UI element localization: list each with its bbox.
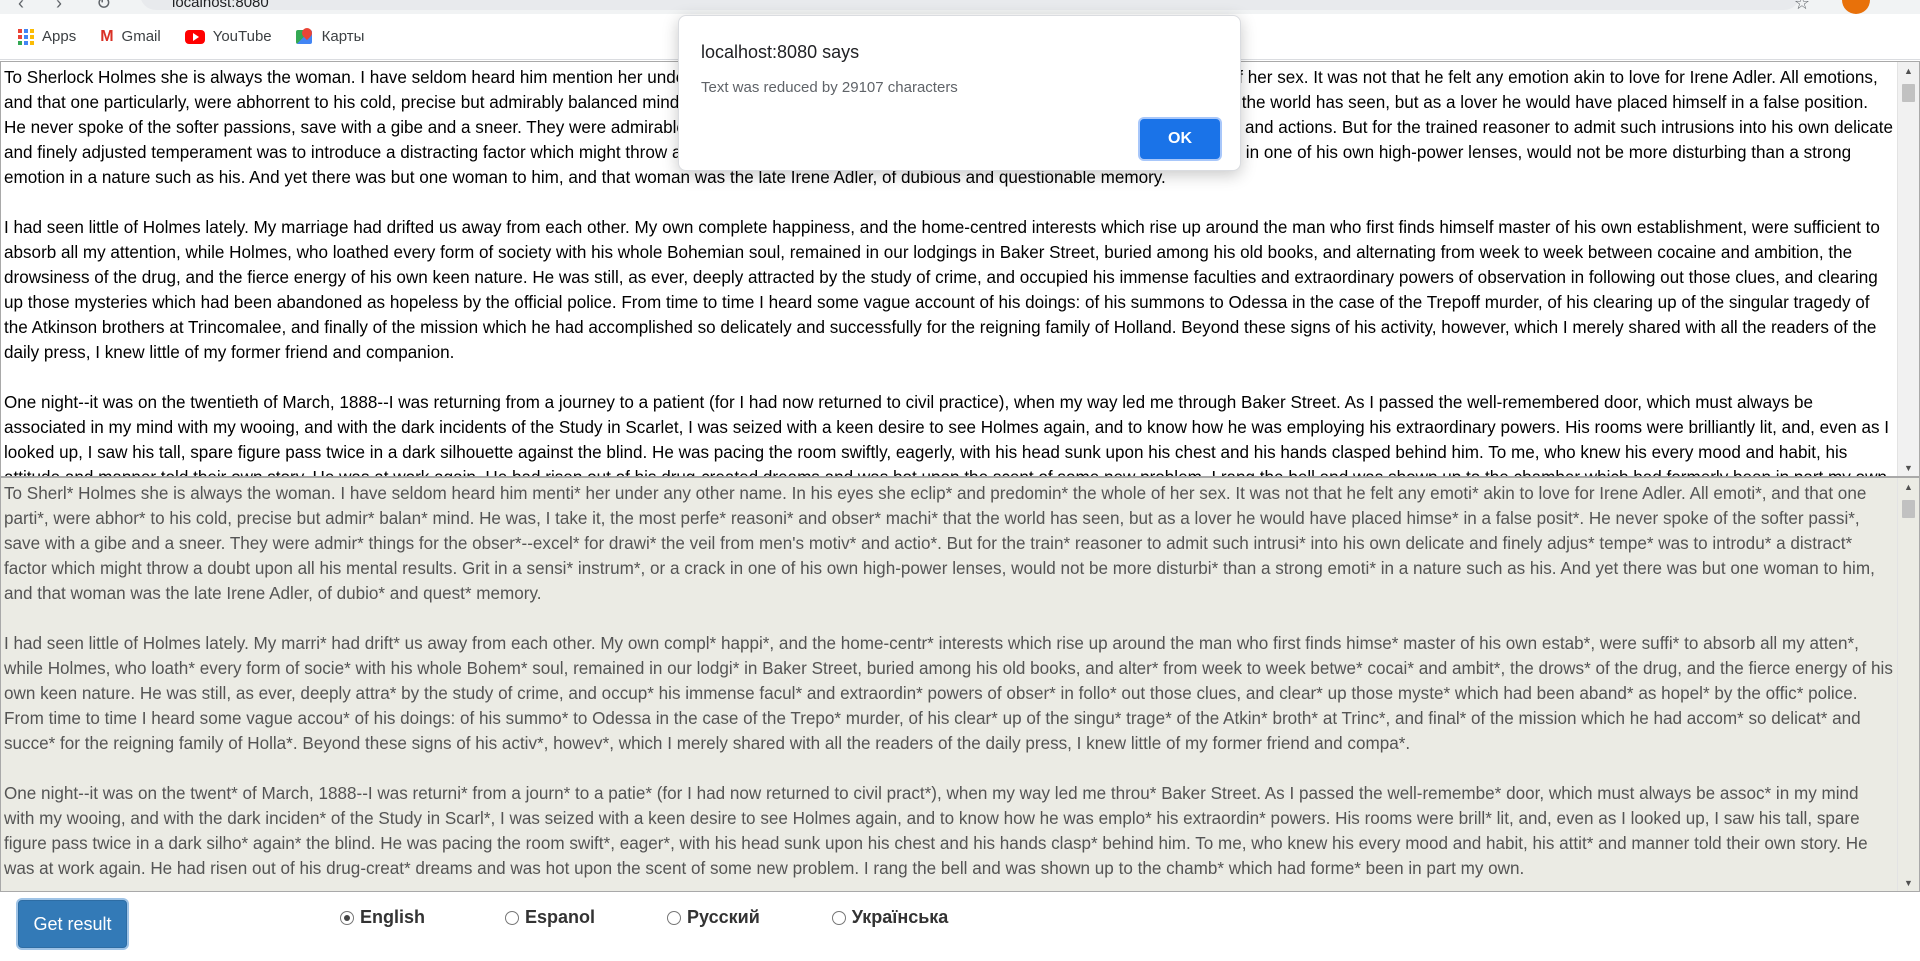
radio-english[interactable] [340, 910, 354, 925]
bookmark-gmail[interactable]: M Gmail [100, 28, 161, 46]
address-bar[interactable] [140, 0, 1800, 10]
profile-avatar[interactable] [1842, 0, 1870, 14]
back-arrow-icon[interactable]: ‹ [18, 0, 24, 12]
forward-arrow-icon[interactable]: › [56, 0, 62, 12]
language-option-espanol[interactable]: Espanol [505, 907, 595, 928]
reduced-scrollbar[interactable]: ▲ ▼ [1897, 478, 1919, 891]
bookmark-label: Карты [321, 28, 365, 45]
language-option-ukrainian[interactable]: Українська [831, 907, 949, 928]
scroll-down-arrow-icon[interactable]: ▼ [1898, 874, 1919, 891]
scroll-thumb[interactable] [1902, 500, 1915, 518]
language-label: Espanol [525, 907, 596, 927]
reload-icon[interactable]: ↻ [96, 0, 111, 12]
reduced-paragraph: To Sherl* Holmes she is always the woman… [4, 484, 1875, 603]
radio-ukrainian[interactable] [831, 910, 846, 925]
original-paragraph: One night--it was on the twentieth of Ma… [4, 393, 1892, 476]
language-option-russian[interactable]: Русский [667, 907, 760, 928]
apps-grid-icon [18, 28, 34, 45]
gmail-icon: M [100, 27, 114, 45]
address-url[interactable]: localhost:8080 [172, 0, 269, 12]
browser-toolbar: ‹ › ↻ localhost:8080 ☆ [0, 0, 1920, 14]
dialog-ok-button[interactable]: OK [1140, 119, 1220, 159]
language-label: Русский [687, 907, 760, 927]
bookmark-label: YouTube [212, 28, 272, 45]
language-option-english[interactable]: English [340, 907, 425, 928]
bookmark-label: Apps [42, 28, 77, 45]
dialog-message: Text was reduced by 29107 characters [701, 79, 958, 96]
maps-icon [295, 28, 314, 46]
radio-espanol[interactable] [505, 910, 520, 925]
bookmark-apps[interactable]: Apps [18, 28, 76, 45]
alert-dialog: localhost:8080 says Text was reduced by … [678, 15, 1241, 171]
youtube-icon [184, 29, 205, 44]
bookmark-maps[interactable]: Карты [295, 28, 365, 46]
controls-bar: Get result English Espanol Русский Украї… [0, 892, 1920, 961]
bookmark-label: Gmail [121, 28, 161, 45]
dialog-title: localhost:8080 says [701, 42, 860, 62]
reduced-paragraph: One night--it was on the twent* of March… [4, 784, 1868, 878]
scroll-down-arrow-icon[interactable]: ▼ [1898, 459, 1919, 476]
original-scrollbar[interactable]: ▲ ▼ [1897, 62, 1919, 476]
bookmark-youtube[interactable]: YouTube [184, 28, 272, 45]
original-paragraph: I had seen little of Holmes lately. My m… [4, 218, 1880, 362]
radio-russian[interactable] [667, 910, 682, 925]
scroll-up-arrow-icon[interactable]: ▲ [1898, 478, 1919, 495]
language-label: Українська [851, 907, 949, 927]
bookmark-star-icon[interactable]: ☆ [1794, 0, 1810, 14]
language-label: English [360, 907, 426, 927]
scroll-thumb[interactable] [1902, 84, 1915, 102]
reduced-paragraph: I had seen little of Holmes lately. My m… [4, 634, 1893, 753]
language-selector: English Espanol Русский Українська [340, 907, 948, 928]
scroll-up-arrow-icon[interactable]: ▲ [1898, 62, 1919, 79]
get-result-button[interactable]: Get result [18, 900, 127, 948]
reduced-text-area: To Sherl* Holmes she is always the woman… [0, 477, 1920, 892]
